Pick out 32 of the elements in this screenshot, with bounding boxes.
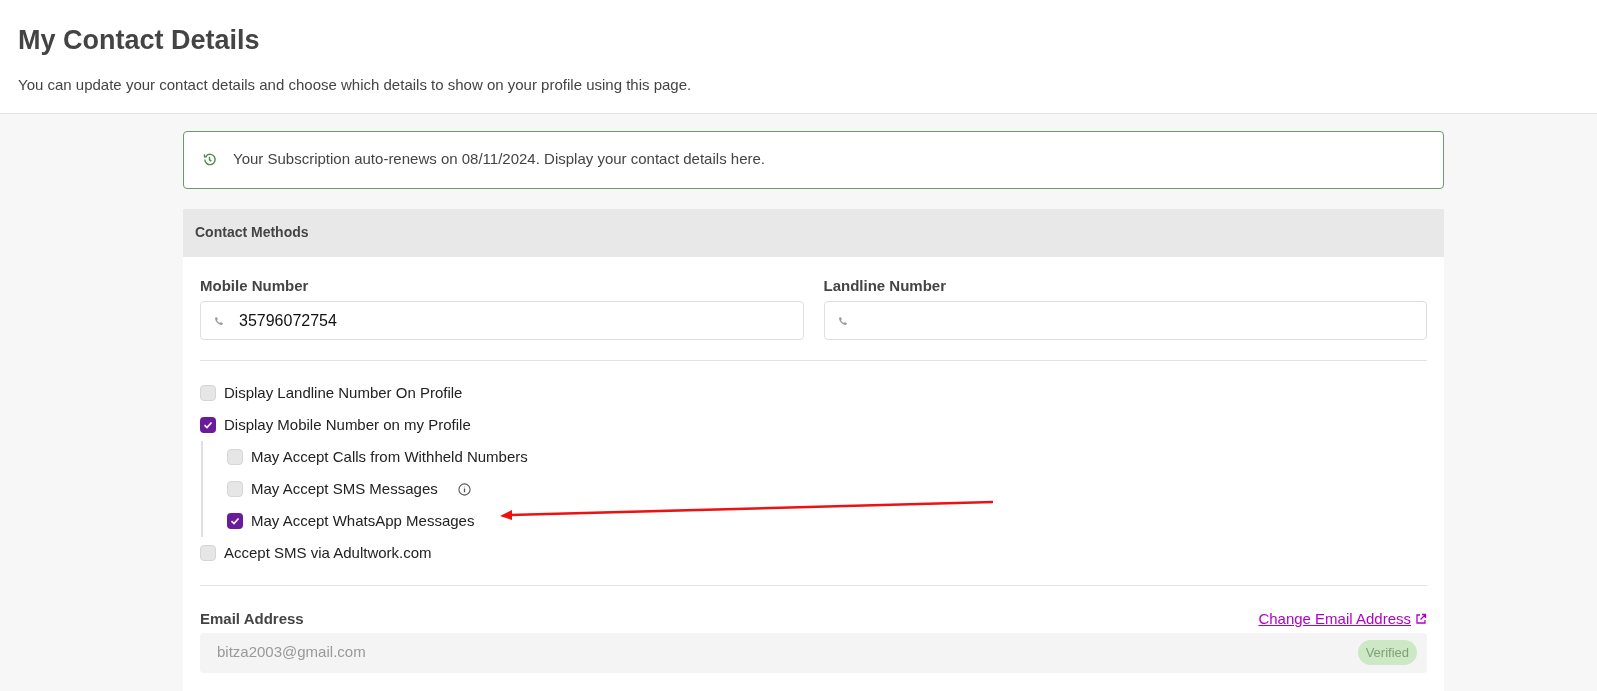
field-label: Email Address	[200, 609, 304, 629]
checkbox-label: May Accept SMS Messages	[251, 478, 438, 499]
checkbox[interactable]	[200, 385, 216, 401]
page-subtitle: You can update your contact details and choose which details to show on your profile using this page.	[18, 75, 693, 95]
verified-badge: Verified	[1357, 639, 1417, 666]
checkbox-label: Accept SMS via Adultwork.com	[224, 542, 432, 563]
checkmark-icon	[203, 420, 213, 430]
checkbox[interactable]	[227, 449, 243, 465]
change-email-link[interactable]: Change Email Address	[1258, 608, 1427, 631]
checkbox[interactable]	[227, 481, 243, 497]
field-value: 35796072754	[239, 310, 337, 331]
history-icon	[202, 152, 217, 167]
checkmark-icon	[230, 516, 240, 526]
field-value: bitza2003@gmail.com	[217, 642, 366, 663]
field-label: Mobile Number	[200, 275, 310, 296]
card-title: Contact Methods	[195, 223, 309, 242]
phone-icon	[836, 314, 849, 327]
checkbox-label: May Accept Calls from Withheld Numbers	[251, 446, 528, 467]
checkbox[interactable]	[200, 545, 216, 561]
checkbox-label: Display Mobile Number on my Profile	[224, 414, 471, 435]
notice-text: Your Subscription auto-renews on 08/11/2024. Display your contact details here.	[233, 149, 765, 170]
phone-input-field[interactable]: 35796072754	[200, 301, 804, 340]
checkbox[interactable]	[227, 513, 243, 529]
checkbox-label: Display Landline Number On Profile	[224, 382, 463, 403]
page-title: My Contact Details	[18, 24, 261, 56]
info-icon[interactable]	[457, 482, 471, 496]
phone-icon	[213, 314, 225, 327]
phone-input-field[interactable]	[823, 301, 1427, 340]
field-label: Landline Number	[823, 275, 947, 296]
external-link-icon	[1415, 613, 1427, 626]
checkbox-label: May Accept WhatsApp Messages	[251, 510, 475, 531]
checkbox[interactable]	[200, 417, 216, 433]
